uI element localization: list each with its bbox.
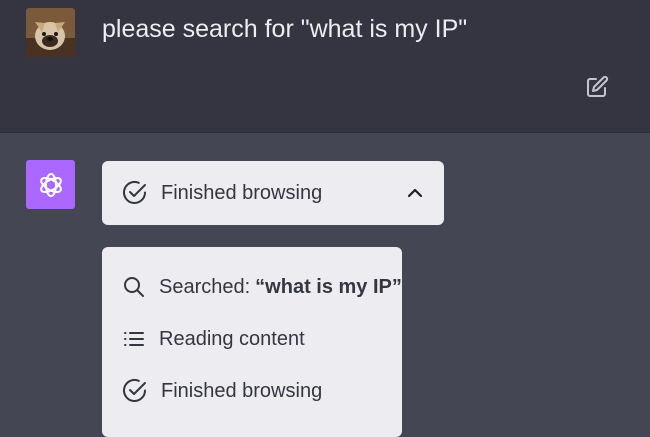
check-circle-icon [123, 181, 146, 204]
user-message-row: please search for "what is my IP" [0, 0, 650, 133]
chevron-up-icon [407, 188, 423, 198]
browsing-step-finished: Finished browsing [102, 365, 402, 417]
user-avatar [26, 8, 75, 57]
search-icon [124, 277, 144, 297]
edit-icon [587, 75, 609, 97]
browsing-status-label: Finished browsing [161, 181, 323, 204]
assistant-avatar [26, 160, 75, 209]
browsing-step-reading: Reading content [102, 313, 402, 365]
step-label: Searched: [159, 275, 251, 298]
assistant-message-row: Finished browsing Searched: “what is my … [0, 133, 650, 437]
search-query: “what is my IP” [255, 275, 402, 298]
browsing-status-toggle[interactable]: Finished browsing [102, 161, 444, 225]
user-message-text: please search for "what is my IP" [102, 15, 468, 43]
list-icon [124, 332, 144, 346]
edit-button[interactable] [582, 72, 612, 102]
browsing-steps-panel: Searched: “what is my IP” Reading conten… [102, 247, 402, 437]
browsing-step-searched: Searched: “what is my IP” [102, 261, 402, 313]
bulldog-avatar-photo [26, 8, 75, 57]
step-label: Finished browsing [161, 379, 323, 402]
openai-logo-icon [39, 172, 62, 197]
check-circle-icon [123, 379, 146, 402]
step-label: Reading content [159, 327, 305, 350]
